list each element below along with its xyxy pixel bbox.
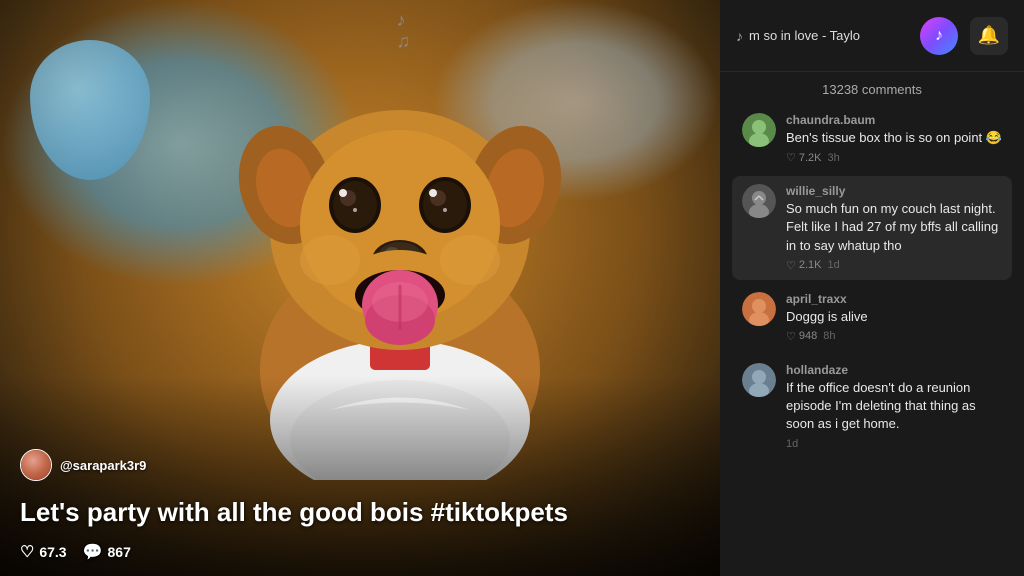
music-disc-button[interactable] — [920, 17, 958, 55]
avatar — [742, 292, 776, 326]
avatar — [20, 449, 52, 481]
comment-text: Ben's tissue box tho is so on point 😂 — [786, 129, 1002, 147]
video-user-info: @sarapark3r9 — [20, 449, 146, 481]
comments-panel: ♪ m so in love - Taylo 🔔 13238 comments … — [720, 0, 1024, 576]
comment-username: willie_silly — [786, 184, 1002, 198]
video-stats-row: ♡ 67.3 💬 867 — [20, 542, 131, 562]
comment-meta: ♡ 948 8h — [786, 330, 1002, 343]
music-notes-decoration: ♪♫ — [397, 10, 411, 52]
avatar — [742, 184, 776, 218]
comment-item: chaundra.baum Ben's tissue box tho is so… — [732, 105, 1012, 172]
like-count: 7.2K — [799, 152, 822, 164]
comment-body: willie_silly So much fun on my couch las… — [786, 184, 1002, 272]
comment-meta: ♡ 7.2K 3h — [786, 151, 1002, 164]
comment-time: 1d — [786, 438, 798, 450]
comment-time: 1d — [828, 259, 840, 271]
comments-count-video: 867 — [108, 544, 131, 560]
song-info: ♪ m so in love - Taylo — [736, 28, 908, 44]
avatar — [742, 363, 776, 397]
comment-username: hollandaze — [786, 363, 1002, 377]
bell-icon: 🔔 — [978, 25, 1000, 46]
likes-count: 67.3 — [39, 544, 66, 560]
comments-count-label: 13238 comments — [720, 72, 1024, 105]
username-label: @sarapark3r9 — [60, 458, 146, 473]
comment-likes[interactable]: ♡ 948 — [786, 330, 817, 343]
comment-time: 8h — [823, 330, 835, 342]
comment-icon: 💬 — [83, 542, 103, 562]
comment-item: willie_silly So much fun on my couch las… — [732, 176, 1012, 280]
comment-meta: 1d — [786, 438, 1002, 450]
heart-icon: ♡ — [20, 542, 34, 562]
comment-body: april_traxx Doggg is alive ♡ 948 8h — [786, 292, 1002, 343]
comment-text: Doggg is alive — [786, 308, 1002, 326]
notification-bell-button[interactable]: 🔔 — [970, 17, 1008, 55]
heart-icon: ♡ — [786, 330, 796, 343]
comments-header: ♪ m so in love - Taylo 🔔 — [720, 0, 1024, 72]
comment-username: april_traxx — [786, 292, 1002, 306]
music-note-icon: ♪ — [736, 28, 743, 44]
comments-stat[interactable]: 💬 867 — [83, 542, 131, 562]
song-title: m so in love - Taylo — [749, 28, 860, 43]
like-count: 948 — [799, 330, 817, 342]
comment-item: april_traxx Doggg is alive ♡ 948 8h — [732, 284, 1012, 351]
comment-likes[interactable]: ♡ 7.2K — [786, 151, 822, 164]
video-panel: ♪♫ @sarapark3r9 Let's party with all the… — [0, 0, 720, 576]
heart-icon: ♡ — [786, 259, 796, 272]
comment-username: chaundra.baum — [786, 113, 1002, 127]
heart-icon: ♡ — [786, 151, 796, 164]
comments-list: chaundra.baum Ben's tissue box tho is so… — [720, 105, 1024, 576]
comment-likes[interactable]: ♡ 2.1K — [786, 259, 822, 272]
caption-text: Let's party with all the good bois #tikt… — [20, 496, 700, 529]
comment-time: 3h — [828, 152, 840, 164]
comment-meta: ♡ 2.1K 1d — [786, 259, 1002, 272]
likes-stat[interactable]: ♡ 67.3 — [20, 542, 67, 562]
comment-item: hollandaze If the office doesn't do a re… — [732, 355, 1012, 458]
comment-body: chaundra.baum Ben's tissue box tho is so… — [786, 113, 1002, 164]
like-count: 2.1K — [799, 259, 822, 271]
comment-text: If the office doesn't do a reunion episo… — [786, 379, 1002, 434]
video-caption: Let's party with all the good bois #tikt… — [20, 496, 700, 529]
avatar — [742, 113, 776, 147]
comment-text: So much fun on my couch last night. Felt… — [786, 200, 1002, 255]
comment-body: hollandaze If the office doesn't do a re… — [786, 363, 1002, 450]
